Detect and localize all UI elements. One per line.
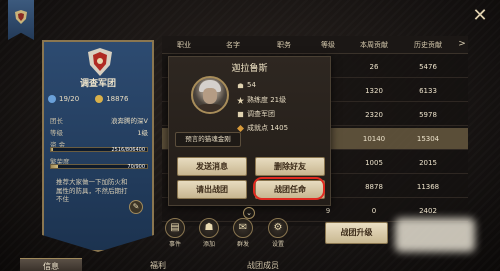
highlight-ring <box>253 177 325 200</box>
blurred-region <box>395 218 475 252</box>
remove-member-button[interactable]: 请出战团 <box>177 180 247 199</box>
settings-action[interactable]: ⚙ 设置 <box>266 218 290 248</box>
gold-amount: 18876 <box>106 95 129 103</box>
funds-bar: 2516/806400 <box>50 147 148 153</box>
col-level: 等级 <box>321 41 335 49</box>
mail-icon: ✉ <box>233 218 253 238</box>
cell-level: 9 <box>325 207 331 215</box>
guild-row: 调查军团 <box>237 109 275 119</box>
cell-total-contribution: 5476 <box>419 63 437 71</box>
cell-week-contribution: 10140 <box>362 135 386 143</box>
cell-total-contribution: 2015 <box>419 159 437 167</box>
achievement-row: 成就点 1405 <box>237 123 288 133</box>
cell-week-contribution: 0 <box>371 207 377 215</box>
gold-icon <box>95 95 104 103</box>
prosperity-bar: 70/900 <box>50 164 148 170</box>
delete-friend-button[interactable]: 删除好友 <box>255 157 325 176</box>
achievement-icon <box>237 124 244 132</box>
gear-icon: ⚙ <box>268 218 288 238</box>
prosperity-bar-text: 70/900 <box>127 164 145 170</box>
member-level: 54 <box>247 81 256 89</box>
member-title-badge: 预言的猫魂金刚 <box>175 132 241 147</box>
star-icon <box>237 96 244 104</box>
cell-total-contribution: 11368 <box>416 183 440 191</box>
add-action[interactable]: ☗ 添加 <box>197 218 221 248</box>
shield-icon <box>15 10 27 24</box>
guild-banner: 调查军团 19/20 18876 团长 浪奔腾的深V 等级 1级 资 金 251… <box>42 40 154 252</box>
edit-description-button[interactable]: ✎ <box>129 200 143 214</box>
tab-members[interactable]: 战团成员 <box>228 258 298 271</box>
avatar <box>191 76 229 114</box>
cell-total-contribution: 5978 <box>419 111 437 119</box>
broadcast-action[interactable]: ✉ 群发 <box>231 218 255 248</box>
tab-welfare[interactable]: 福利 <box>128 258 188 271</box>
cell-total-contribution: 2402 <box>419 207 437 215</box>
close-button[interactable]: ✕ <box>470 6 490 26</box>
col-class: 职业 <box>177 41 191 49</box>
add-member-icon: ☗ <box>199 218 219 238</box>
guild-crest-icon <box>88 48 112 76</box>
cell-week-contribution: 2320 <box>365 111 383 119</box>
col-total-contribution: 历史贡献 <box>414 41 442 49</box>
more-columns-arrow-icon[interactable]: > <box>456 39 468 49</box>
tab-info[interactable]: 信息 <box>20 258 82 271</box>
leader-row: 团长 浪奔腾的深V <box>50 117 148 125</box>
level-row: 等级 1级 <box>50 129 148 137</box>
guild-icon <box>237 111 244 117</box>
cell-total-contribution: 15304 <box>416 135 440 143</box>
guild-description: 推荐大家做一下加防火和属性的防具，不然后期打不住 <box>56 178 128 203</box>
member-name: 迦拉鲁斯 <box>231 64 268 74</box>
event-icon: ▤ <box>165 218 185 238</box>
event-action[interactable]: ▤ 事件 <box>163 218 187 248</box>
guild-name: 调查军团 <box>79 79 116 89</box>
helmet-icon <box>237 82 244 88</box>
guild-upgrade-button[interactable]: 战团升级 <box>325 222 388 244</box>
member-icon <box>48 95 56 103</box>
member-level-row: 54 <box>237 81 256 89</box>
col-role: 职务 <box>277 41 291 49</box>
bottom-tabs: 信息 福利 战团成员 <box>0 258 500 271</box>
table-header: 职业 名字 职务 等级 本周贡献 历史贡献 > <box>162 36 468 54</box>
cell-week-contribution: 26 <box>369 63 379 71</box>
funds-bar-text: 2516/806400 <box>111 147 146 153</box>
send-message-button[interactable]: 发送消息 <box>177 157 247 176</box>
cell-week-contribution: 1005 <box>365 159 383 167</box>
member-count: 19/20 <box>59 95 80 103</box>
proficiency-row: 熟练度 21级 <box>237 95 286 105</box>
guild-stats: 19/20 18876 <box>48 95 152 103</box>
col-name: 名字 <box>226 41 240 49</box>
cell-week-contribution: 1320 <box>365 87 383 95</box>
cell-week-contribution: 8878 <box>365 183 383 191</box>
col-week-contribution: 本周贡献 <box>360 41 388 49</box>
cell-total-contribution: 6133 <box>419 87 437 95</box>
